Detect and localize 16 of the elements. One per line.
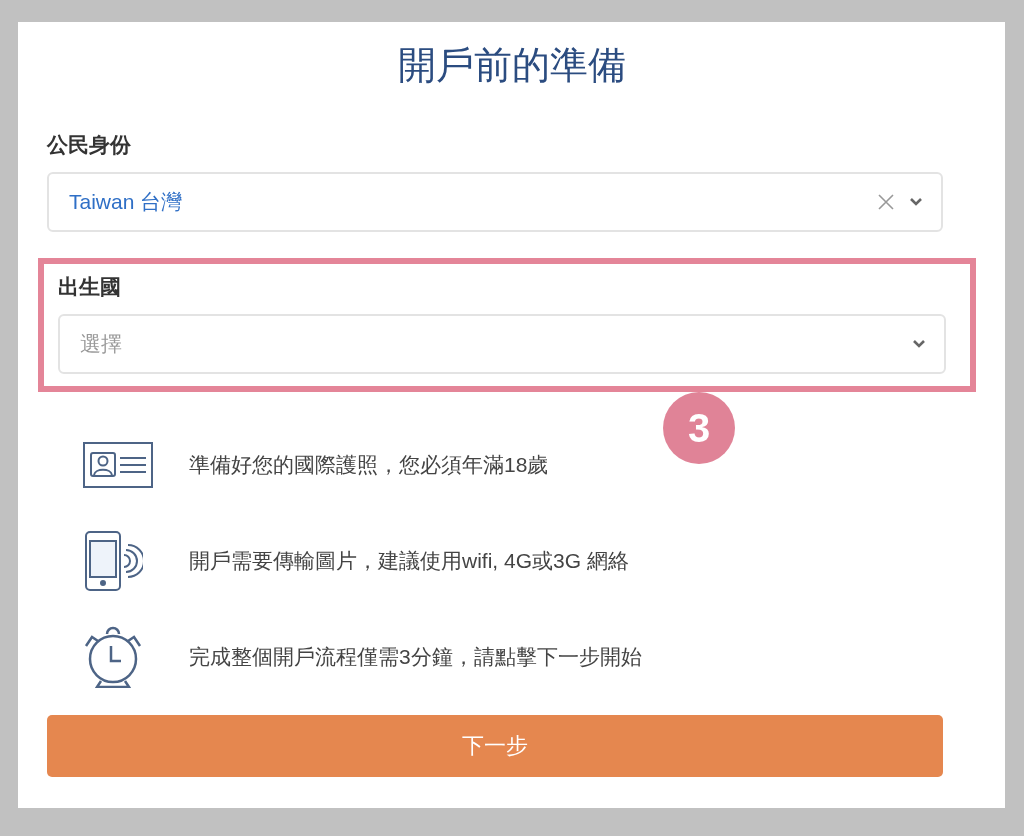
select-field[interactable]: 選擇: [58, 314, 946, 374]
phone-signal-icon: [83, 531, 143, 591]
select-field[interactable]: Taiwan 台灣: [47, 172, 943, 232]
clear-icon[interactable]: [877, 193, 895, 211]
info-text: 完成整個開戶流程僅需3分鐘，請點擊下一步開始: [189, 644, 642, 670]
id-card-icon: [83, 442, 153, 488]
page-title: 開戶前的準備: [396, 43, 627, 88]
info-text: 開戶需要傳輸圖片，建議使用wifi, 4G或3G 網絡: [189, 548, 629, 574]
step-badge: 3: [663, 392, 735, 464]
chevron-down-icon[interactable]: [909, 197, 923, 207]
info-text: 準備好您的國際護照，您必須年滿18歲: [189, 452, 549, 478]
field-label: 公民身份: [47, 132, 132, 158]
next-button[interactable]: 下一步: [47, 715, 943, 777]
alarm-clock-icon: [83, 626, 143, 688]
field-label: 出生國: [58, 274, 122, 300]
chevron-down-icon[interactable]: [912, 339, 926, 349]
